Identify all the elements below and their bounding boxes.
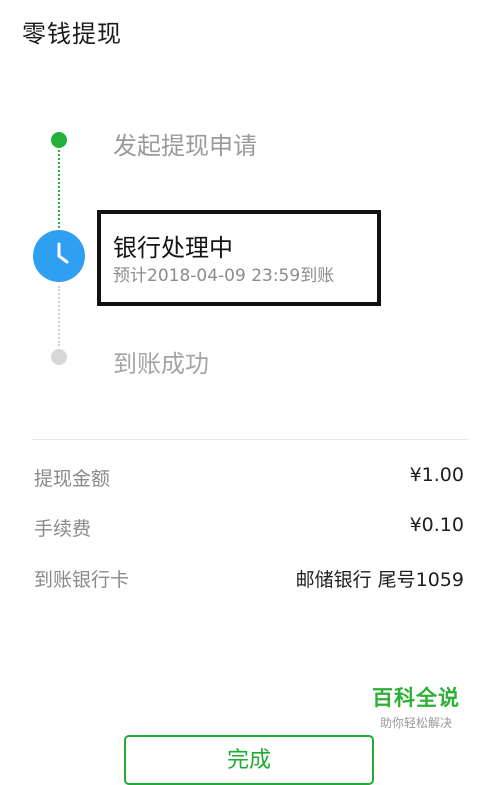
detail-label: 提现金额 bbox=[34, 468, 111, 490]
step-done-dot bbox=[51, 132, 67, 148]
timeline-connector-pending bbox=[58, 286, 60, 346]
step-processing-eta: 预计2018-04-09 23:59到账 bbox=[113, 266, 335, 286]
detail-value: ¥1.00 bbox=[409, 464, 464, 486]
detail-value: ¥0.10 bbox=[409, 514, 464, 536]
detail-row-amount: 提现金额 ¥1.00 bbox=[0, 464, 500, 494]
page-title: 零钱提现 bbox=[22, 20, 122, 48]
step-arrived-label: 到账成功 bbox=[113, 350, 209, 378]
clock-icon bbox=[33, 230, 85, 282]
detail-label: 到账银行卡 bbox=[34, 569, 130, 591]
step-submitted-label: 发起提现申请 bbox=[113, 132, 257, 160]
watermark-subtitle: 助你轻松解决 bbox=[379, 716, 452, 730]
step-pending-dot bbox=[51, 349, 67, 365]
done-button[interactable]: 完成 bbox=[124, 735, 374, 785]
step-processing-label: 银行处理中 bbox=[113, 234, 233, 262]
detail-value: 邮储银行 尾号1059 bbox=[295, 569, 464, 591]
detail-row-bank-card: 到账银行卡 邮储银行 尾号1059 bbox=[0, 565, 500, 595]
divider bbox=[32, 439, 468, 440]
timeline-connector-done bbox=[58, 150, 60, 228]
detail-label: 手续费 bbox=[34, 518, 92, 540]
watermark-title: 百科全说 bbox=[372, 686, 460, 710]
detail-row-fee: 手续费 ¥0.10 bbox=[0, 514, 500, 544]
watermark: 百科全说 助你轻松解决 bbox=[372, 682, 460, 731]
